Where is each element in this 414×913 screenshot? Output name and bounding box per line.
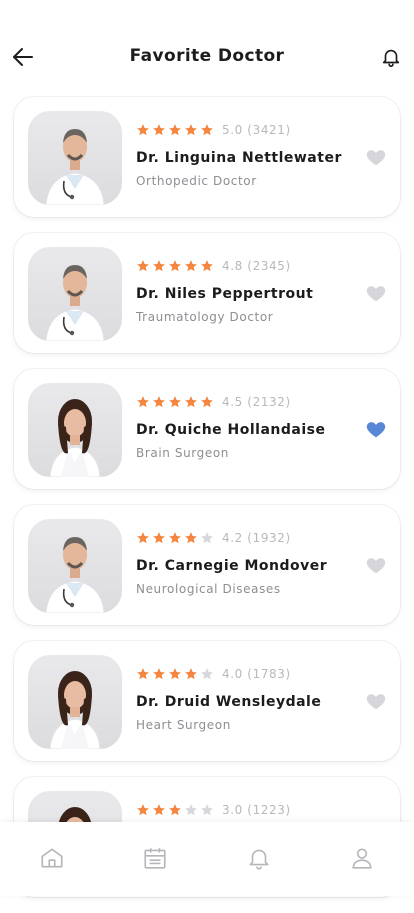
- star-icon: [201, 804, 213, 816]
- heart-icon: [366, 422, 386, 438]
- doctor-card[interactable]: 5.0 (3421) Dr. Linguina Nettlewater Orthop…: [14, 97, 400, 217]
- bottom-tab-bar: [0, 822, 414, 896]
- star-icon: [201, 260, 213, 272]
- star-icon: [201, 532, 213, 544]
- doctor-name: Dr. Carnegie Mondover: [136, 558, 328, 574]
- rating-row: 5.0 (3421): [136, 121, 350, 139]
- star-icon: [169, 396, 181, 408]
- tab-notifications[interactable]: [239, 838, 279, 878]
- rating-row: 4.5 (2132): [136, 393, 350, 411]
- star-icon: [201, 668, 213, 680]
- doctor-info: 4.8 (2345) Dr. Niles Peppertrout Traumatol…: [136, 257, 350, 324]
- doctor-specialty: Heart Surgeon: [136, 718, 231, 732]
- doctor-specialty: Traumatology Doctor: [136, 310, 274, 324]
- notification-button[interactable]: [376, 42, 406, 72]
- star-icon: [185, 124, 197, 136]
- star-icon: [169, 668, 181, 680]
- doctor-info: 4.5 (2132) Dr. Quiche Hollandaise Brain Su…: [136, 393, 350, 460]
- calendar-icon: [144, 848, 166, 869]
- doctor-info: 4.2 (1932) Dr. Carnegie Mondover Neurologi…: [136, 529, 350, 596]
- star-icon: [185, 260, 197, 272]
- rating-text: 5.0 (3421): [222, 123, 291, 137]
- star-icon: [137, 804, 149, 816]
- star-icon: [137, 396, 149, 408]
- star-icon: [185, 396, 197, 408]
- favorite-button[interactable]: [364, 417, 388, 441]
- doctor-specialty: Orthopedic Doctor: [136, 174, 257, 188]
- star-icon: [169, 532, 181, 544]
- star-rating: [136, 803, 214, 817]
- tab-calendar[interactable]: [135, 838, 175, 878]
- heart-icon: [366, 558, 386, 574]
- star-icon: [185, 532, 197, 544]
- star-icon: [137, 260, 149, 272]
- star-icon: [137, 532, 149, 544]
- doctor-card[interactable]: 4.8 (2345) Dr. Niles Peppertrout Traumatol…: [14, 233, 400, 353]
- star-icon: [185, 804, 197, 816]
- user-icon: [352, 848, 372, 869]
- heart-icon: [366, 150, 386, 166]
- tab-profile[interactable]: [342, 838, 382, 878]
- rating-text: 4.2 (1932): [222, 531, 291, 545]
- star-icon: [153, 124, 165, 136]
- rating-row: 3.0 (1223): [136, 801, 350, 819]
- doctor-specialty: Brain Surgeon: [136, 446, 229, 460]
- rating-row: 4.2 (1932): [136, 529, 350, 547]
- star-rating: [136, 531, 214, 545]
- tab-home[interactable]: [32, 838, 72, 878]
- doctor-avatar: [28, 519, 122, 613]
- doctor-name: Dr. Niles Peppertrout: [136, 286, 314, 302]
- star-rating: [136, 667, 214, 681]
- doctor-info: 4.0 (1783) Dr. Druid Wensleydale Heart Sur…: [136, 665, 350, 732]
- heart-icon: [366, 694, 386, 710]
- star-icon: [201, 124, 213, 136]
- doctor-name: Dr. Druid Wensleydale: [136, 694, 322, 710]
- star-icon: [153, 804, 165, 816]
- doctor-card[interactable]: 4.5 (2132) Dr. Quiche Hollandaise Brain Su…: [14, 369, 400, 489]
- star-rating: [136, 395, 214, 409]
- star-icon: [185, 668, 197, 680]
- star-icon: [153, 668, 165, 680]
- doctor-card[interactable]: 4.0 (1783) Dr. Druid Wensleydale Heart Sur…: [14, 641, 400, 761]
- favorite-button[interactable]: [364, 553, 388, 577]
- page-title: Favorite Doctor: [129, 46, 285, 66]
- star-icon: [169, 804, 181, 816]
- doctor-avatar: [28, 111, 122, 205]
- doctor-avatar: [28, 247, 122, 341]
- rating-text: 4.0 (1783): [222, 667, 291, 681]
- star-icon: [137, 124, 149, 136]
- favorite-button[interactable]: [364, 689, 388, 713]
- star-rating: [136, 259, 214, 273]
- favorite-button[interactable]: [364, 281, 388, 305]
- star-icon: [169, 260, 181, 272]
- favorite-doctor-list: 5.0 (3421) Dr. Linguina Nettlewater Orthop…: [14, 97, 400, 913]
- star-rating: [136, 123, 214, 137]
- rating-row: 4.8 (2345): [136, 257, 350, 275]
- doctor-specialty: Neurological Diseases: [136, 582, 281, 596]
- rating-text: 4.5 (2132): [222, 395, 291, 409]
- bell-icon: [382, 49, 400, 67]
- rating-text: 3.0 (1223): [222, 803, 291, 817]
- rating-text: 4.8 (2345): [222, 259, 291, 273]
- home-icon: [41, 848, 63, 868]
- favorite-button[interactable]: [364, 145, 388, 169]
- bell-icon: [249, 849, 269, 870]
- rating-row: 4.0 (1783): [136, 665, 350, 683]
- star-icon: [169, 124, 181, 136]
- star-icon: [153, 396, 165, 408]
- doctor-avatar: [28, 383, 122, 477]
- star-icon: [201, 396, 213, 408]
- doctor-card[interactable]: 4.2 (1932) Dr. Carnegie Mondover Neurologi…: [14, 505, 400, 625]
- heart-icon: [366, 286, 386, 302]
- doctor-info: 5.0 (3421) Dr. Linguina Nettlewater Orthop…: [136, 121, 350, 188]
- star-icon: [153, 260, 165, 272]
- star-icon: [153, 532, 165, 544]
- header: Favorite Doctor: [0, 0, 414, 100]
- star-icon: [137, 668, 149, 680]
- doctor-name: Dr. Quiche Hollandaise: [136, 422, 326, 438]
- doctor-avatar: [28, 655, 122, 749]
- doctor-name: Dr. Linguina Nettlewater: [136, 150, 342, 166]
